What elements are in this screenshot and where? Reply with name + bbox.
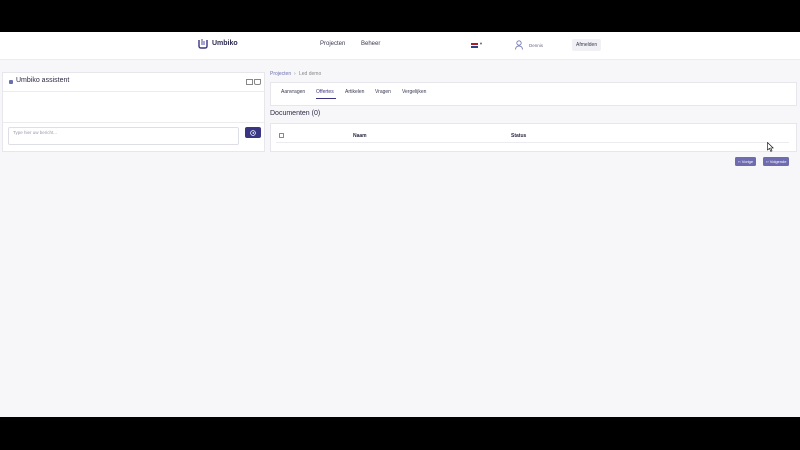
column-header-naam[interactable]: Naam: [353, 133, 367, 139]
tab-vragen[interactable]: Vragen: [375, 89, 391, 95]
tab-offertes[interactable]: Offertes: [316, 89, 334, 95]
tab-aanvragen[interactable]: Aanvragen: [281, 89, 305, 95]
table-divider: [276, 142, 789, 143]
mouse-cursor-icon: [767, 142, 774, 152]
breadcrumb-separator: ›: [294, 71, 296, 77]
assistant-header: Umbiko assistent: [3, 73, 264, 92]
netherlands-flag-icon[interactable]: [471, 43, 478, 49]
app-window: Umbiko Projecten Beheer ▼ Dennis Afmelde…: [0, 32, 800, 417]
assistant-title: Umbiko assistent: [16, 77, 70, 84]
send-icon: [250, 129, 256, 136]
active-tab-indicator: [316, 98, 336, 99]
nav-projects[interactable]: Projecten: [320, 41, 345, 47]
top-header: Umbiko Projecten Beheer ▼ Dennis Afmelde…: [0, 32, 800, 60]
tab-vergelijken[interactable]: Vergelijken: [402, 89, 426, 95]
message-input[interactable]: [8, 127, 239, 145]
documents-table: Naam Status: [270, 123, 797, 152]
settings-icon[interactable]: [254, 79, 261, 85]
send-button[interactable]: [245, 127, 261, 138]
select-all-checkbox[interactable]: [279, 133, 284, 138]
expand-icon[interactable]: [246, 79, 253, 85]
logout-button[interactable]: Afmelden: [572, 39, 602, 51]
tab-artikelen[interactable]: Artikelen: [345, 89, 364, 95]
brand-name: Umbiko: [212, 40, 238, 47]
documents-title: Documenten (0): [270, 110, 321, 117]
project-tabs: Aanvragen Offertes Artikelen Vragen Verg…: [270, 82, 797, 106]
umbiko-logo-icon: [198, 39, 208, 49]
assistant-messages: [3, 92, 264, 123]
previous-page-button[interactable]: ‹‹ Vorige: [735, 157, 757, 166]
chevron-down-icon[interactable]: ▼: [479, 41, 483, 46]
next-page-button[interactable]: ›› Volgende: [763, 157, 790, 166]
breadcrumb-projects[interactable]: Projecten: [270, 71, 291, 77]
column-header-status[interactable]: Status: [511, 133, 526, 139]
user-name: Dennis: [529, 43, 544, 48]
brand-logo[interactable]: Umbiko: [198, 38, 238, 49]
user-icon[interactable]: [515, 40, 523, 50]
breadcrumb-current: Led demo: [299, 71, 322, 77]
assistant-panel: Umbiko assistent: [2, 72, 265, 152]
nav-admin[interactable]: Beheer: [361, 41, 380, 47]
assistant-icon: [9, 80, 13, 84]
